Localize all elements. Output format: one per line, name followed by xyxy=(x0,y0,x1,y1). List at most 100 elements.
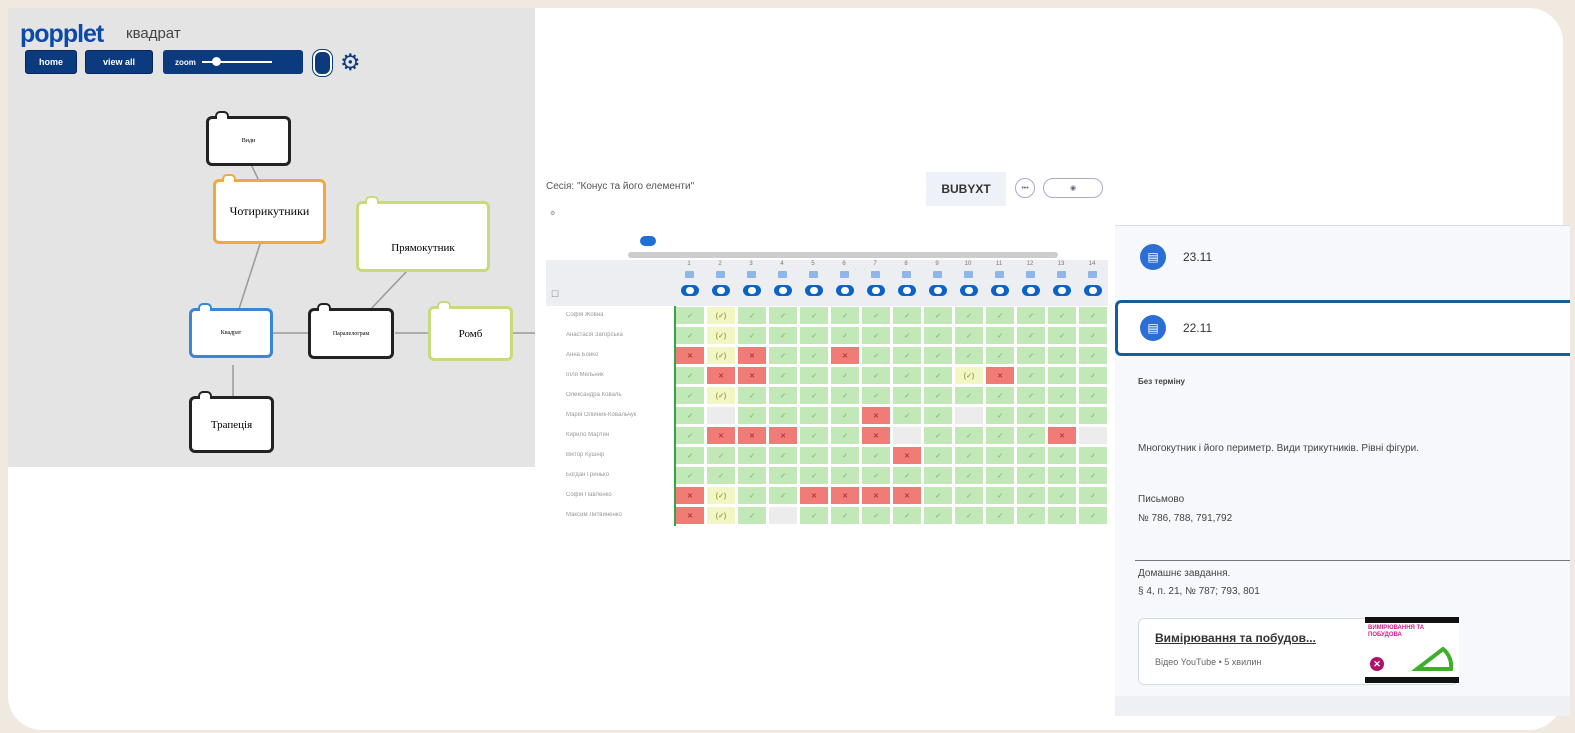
result-cell[interactable]: ✓ xyxy=(892,466,922,485)
result-cell[interactable]: ✓ xyxy=(923,426,953,445)
result-cell[interactable]: (✓) xyxy=(706,306,736,325)
node-vydy[interactable]: Види xyxy=(206,111,291,166)
result-cell[interactable]: ✕ xyxy=(1047,426,1077,445)
result-cell[interactable] xyxy=(892,426,922,445)
result-cell[interactable]: ✓ xyxy=(830,426,860,445)
result-cell[interactable]: ✓ xyxy=(799,466,829,485)
result-cell[interactable]: ✓ xyxy=(1016,346,1046,365)
result-cell[interactable]: ✓ xyxy=(923,406,953,425)
result-cell[interactable]: ✓ xyxy=(861,466,891,485)
result-cell[interactable]: ✓ xyxy=(985,446,1015,465)
result-cell[interactable]: ✓ xyxy=(1047,326,1077,345)
result-cell[interactable]: ✓ xyxy=(985,326,1015,345)
result-cell[interactable]: ✓ xyxy=(985,386,1015,405)
column-toggle[interactable] xyxy=(867,285,885,296)
node-trapetsiia[interactable]: Трапеція xyxy=(189,391,274,453)
result-cell[interactable]: ✓ xyxy=(985,466,1015,485)
column-toggle[interactable] xyxy=(743,285,761,296)
result-cell[interactable]: ✕ xyxy=(675,486,705,505)
result-cell[interactable]: ✓ xyxy=(768,386,798,405)
result-cell[interactable]: ✓ xyxy=(675,386,705,405)
result-cell[interactable]: ✓ xyxy=(675,426,705,445)
result-cell[interactable]: ✓ xyxy=(1047,466,1077,485)
result-cell[interactable]: ✓ xyxy=(1016,306,1046,325)
result-cell[interactable]: ✕ xyxy=(675,506,705,525)
column-toggle[interactable] xyxy=(898,285,916,296)
result-cell[interactable]: ✓ xyxy=(737,326,767,345)
column-toggle[interactable] xyxy=(991,285,1009,296)
column-toggle[interactable] xyxy=(1022,285,1040,296)
result-cell[interactable]: ✕ xyxy=(675,346,705,365)
result-cell[interactable]: ✓ xyxy=(830,366,860,385)
result-cell[interactable]: ✓ xyxy=(861,506,891,525)
result-cell[interactable]: ✓ xyxy=(954,306,984,325)
column-toggle[interactable] xyxy=(836,285,854,296)
node-paralelohram[interactable]: Паралелограм xyxy=(308,303,394,359)
eye-icon[interactable]: ◉ xyxy=(1043,178,1103,198)
result-cell[interactable]: ✓ xyxy=(923,386,953,405)
column-icon[interactable] xyxy=(685,271,694,278)
result-cell[interactable]: ✓ xyxy=(1047,486,1077,505)
result-cell[interactable]: ✓ xyxy=(861,326,891,345)
result-cell[interactable]: ✕ xyxy=(861,486,891,505)
result-cell[interactable]: ✓ xyxy=(675,306,705,325)
result-cell[interactable]: ✓ xyxy=(1078,386,1108,405)
result-cell[interactable]: ✓ xyxy=(830,386,860,405)
column-icon[interactable] xyxy=(995,271,1004,278)
result-cell[interactable]: (✓) xyxy=(706,346,736,365)
result-cell[interactable]: ✓ xyxy=(768,366,798,385)
result-cell[interactable] xyxy=(768,506,798,525)
result-cell[interactable]: ✓ xyxy=(892,326,922,345)
result-cell[interactable]: ✓ xyxy=(954,326,984,345)
result-cell[interactable]: ✕ xyxy=(737,346,767,365)
node-romb[interactable]: Ромб xyxy=(428,301,513,361)
result-cell[interactable]: ✓ xyxy=(799,446,829,465)
result-cell[interactable]: ✓ xyxy=(799,426,829,445)
result-cell[interactable]: ✓ xyxy=(985,506,1015,525)
result-cell[interactable]: ✓ xyxy=(954,346,984,365)
result-cell[interactable]: ✓ xyxy=(1078,346,1108,365)
column-toggle[interactable] xyxy=(1053,285,1071,296)
node-priamokutnyk[interactable]: Прямокутник xyxy=(356,196,490,272)
result-cell[interactable]: ✓ xyxy=(954,426,984,445)
column-icon[interactable] xyxy=(1088,271,1097,278)
result-cell[interactable]: ✓ xyxy=(1016,326,1046,345)
result-cell[interactable]: ✓ xyxy=(675,326,705,345)
result-cell[interactable]: ✓ xyxy=(892,366,922,385)
result-cell[interactable]: ✓ xyxy=(830,326,860,345)
result-cell[interactable]: (✓) xyxy=(706,326,736,345)
column-icon[interactable] xyxy=(1026,271,1035,278)
result-cell[interactable]: ✓ xyxy=(768,466,798,485)
result-cell[interactable]: ✓ xyxy=(768,446,798,465)
column-toggle[interactable] xyxy=(681,285,699,296)
result-cell[interactable]: ✓ xyxy=(737,446,767,465)
result-cell[interactable]: ✓ xyxy=(954,486,984,505)
result-cell[interactable]: ✓ xyxy=(768,346,798,365)
result-cell[interactable]: ✓ xyxy=(799,326,829,345)
result-cell[interactable]: ✓ xyxy=(1078,306,1108,325)
result-cell[interactable]: ✓ xyxy=(985,346,1015,365)
result-cell[interactable]: ✓ xyxy=(861,346,891,365)
result-cell[interactable]: ✓ xyxy=(923,366,953,385)
node-chotyrykutnyky[interactable]: Чотирикутники xyxy=(213,174,326,244)
result-cell[interactable]: ✓ xyxy=(737,506,767,525)
result-cell[interactable]: ✓ xyxy=(737,406,767,425)
result-cell[interactable]: ✕ xyxy=(861,426,891,445)
column-icon[interactable] xyxy=(747,271,756,278)
result-cell[interactable]: ✓ xyxy=(768,406,798,425)
result-cell[interactable]: ✓ xyxy=(985,306,1015,325)
result-cell[interactable]: ✓ xyxy=(923,306,953,325)
column-icon[interactable] xyxy=(902,271,911,278)
result-cell[interactable]: ✓ xyxy=(861,366,891,385)
result-cell[interactable]: ✕ xyxy=(892,446,922,465)
result-cell[interactable]: ✓ xyxy=(830,466,860,485)
result-cell[interactable]: ✓ xyxy=(1078,486,1108,505)
result-cell[interactable]: (✓) xyxy=(706,386,736,405)
result-cell[interactable]: ✓ xyxy=(861,306,891,325)
result-cell[interactable]: ✓ xyxy=(737,486,767,505)
column-icon[interactable] xyxy=(964,271,973,278)
result-cell[interactable] xyxy=(954,406,984,425)
result-cell[interactable]: ✓ xyxy=(675,446,705,465)
result-cell[interactable]: ✓ xyxy=(1078,406,1108,425)
result-cell[interactable]: ✕ xyxy=(706,366,736,385)
